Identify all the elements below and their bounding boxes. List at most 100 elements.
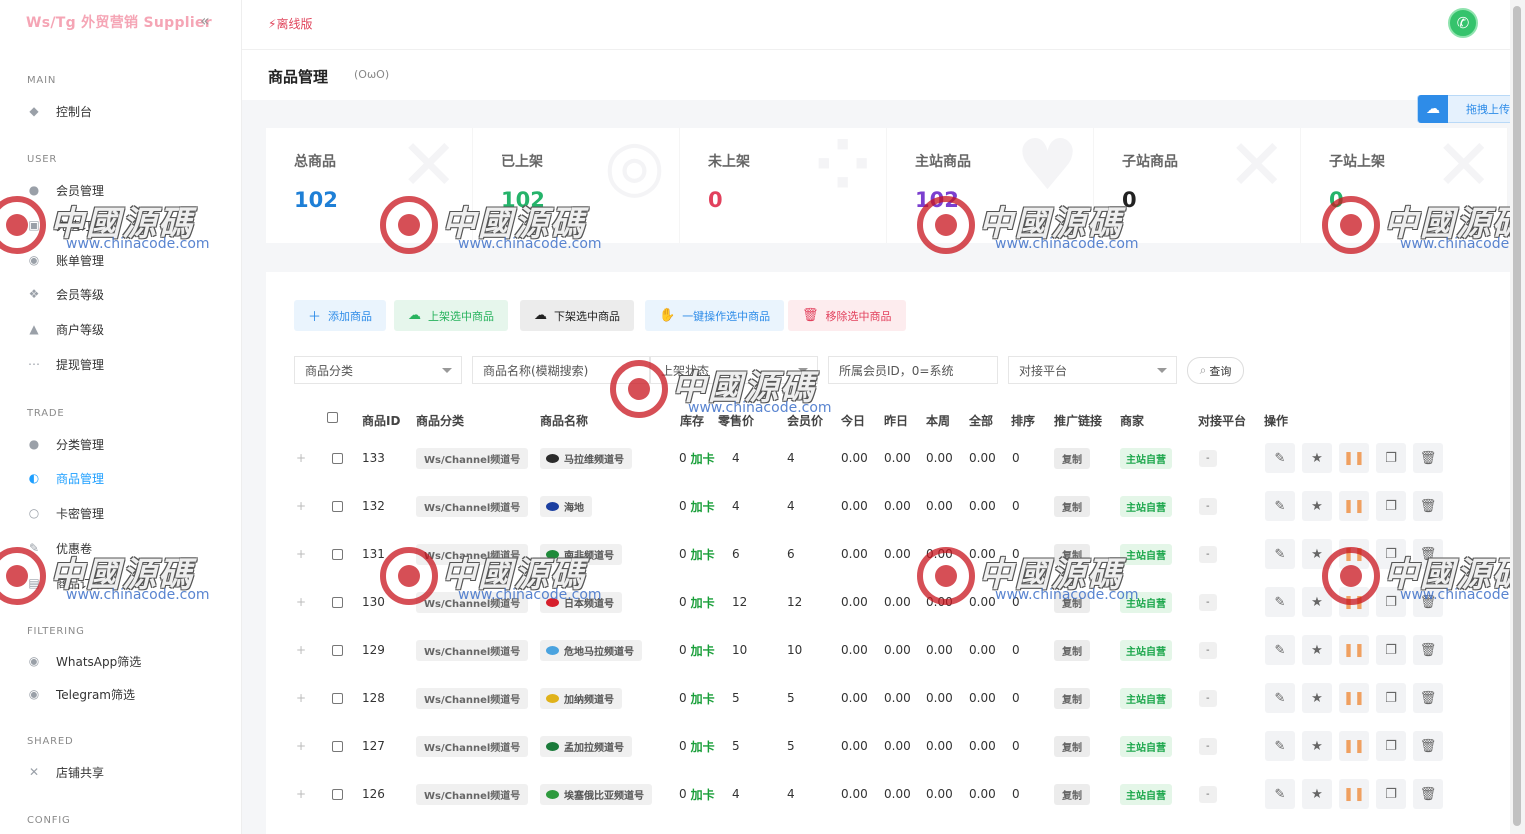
- copy-icon[interactable]: ❐: [1376, 779, 1406, 809]
- column-header-stock[interactable]: 库存: [680, 412, 704, 429]
- pause-icon[interactable]: ❚❚: [1339, 443, 1369, 473]
- add-card-link[interactable]: 加卡: [691, 498, 715, 515]
- copy-icon[interactable]: ❐: [1376, 635, 1406, 665]
- copy-link-button[interactable]: 复制: [1054, 639, 1090, 661]
- edit-icon[interactable]: ✎: [1265, 779, 1295, 809]
- list-off-button[interactable]: ☁ 下架选中商品: [520, 300, 634, 331]
- platform-select[interactable]: 对接平台: [1008, 356, 1177, 384]
- category-select[interactable]: 商品分类: [294, 356, 462, 384]
- column-header-merchant[interactable]: 商家: [1120, 412, 1144, 429]
- add-card-link[interactable]: 加卡: [691, 450, 715, 467]
- cell-sort[interactable]: 0: [1012, 530, 1020, 578]
- member-id-input[interactable]: 所属会员ID，0=系统: [828, 356, 998, 384]
- drag-upload-button[interactable]: ☁ 拖拽上传: [1417, 95, 1525, 123]
- cell-sort[interactable]: 0: [1012, 770, 1020, 818]
- sidebar-item-shop-share[interactable]: ✕ 店铺共享: [26, 761, 104, 783]
- cell-sort[interactable]: 0: [1012, 722, 1020, 770]
- expand-icon[interactable]: +: [296, 691, 306, 705]
- add-card-link[interactable]: 加卡: [691, 546, 715, 563]
- star-icon[interactable]: ★: [1302, 587, 1332, 617]
- expand-icon[interactable]: +: [296, 739, 306, 753]
- trash-icon[interactable]: 🗑: [1413, 683, 1443, 713]
- brand-logo[interactable]: Ws/Tg 外贸营销 Supplier: [26, 12, 212, 32]
- expand-icon[interactable]: +: [296, 787, 306, 801]
- product-name-tag[interactable]: 加纳频道号: [540, 687, 622, 709]
- column-header-category[interactable]: 商品分类: [416, 412, 464, 429]
- expand-icon[interactable]: +: [296, 547, 306, 561]
- expand-icon[interactable]: +: [296, 451, 306, 465]
- pause-icon[interactable]: ❚❚: [1339, 491, 1369, 521]
- column-header-platform[interactable]: 对接平台: [1198, 412, 1246, 429]
- copy-icon[interactable]: ❐: [1376, 683, 1406, 713]
- cell-sort[interactable]: 0: [1012, 578, 1020, 626]
- trash-icon[interactable]: 🗑: [1413, 635, 1443, 665]
- search-button[interactable]: ⌕ 查询: [1187, 357, 1244, 384]
- row-checkbox[interactable]: [332, 644, 343, 656]
- add-product-button[interactable]: ＋ 添加商品: [294, 300, 387, 331]
- sidebar-item-cardkeys[interactable]: ○ 卡密管理: [26, 502, 104, 524]
- select-all-checkbox[interactable]: [327, 412, 338, 426]
- copy-link-button[interactable]: 复制: [1054, 495, 1090, 517]
- edit-icon[interactable]: ✎: [1265, 491, 1295, 521]
- add-card-link[interactable]: 加卡: [691, 642, 715, 659]
- pause-icon[interactable]: ❚❚: [1339, 539, 1369, 569]
- sidebar-item-withdraw[interactable]: ⋯ 提现管理: [26, 353, 104, 375]
- column-header-name[interactable]: 商品名称: [540, 412, 588, 429]
- star-icon[interactable]: ★: [1302, 635, 1332, 665]
- trash-icon[interactable]: 🗑: [1413, 443, 1443, 473]
- copy-icon[interactable]: ❐: [1376, 491, 1406, 521]
- star-icon[interactable]: ★: [1302, 539, 1332, 569]
- add-card-link[interactable]: 加卡: [691, 594, 715, 611]
- column-header-sort[interactable]: 排序: [1011, 412, 1035, 429]
- cell-sort[interactable]: 0: [1012, 626, 1020, 674]
- edit-icon[interactable]: ✎: [1265, 539, 1295, 569]
- sidebar-item-whatsapp[interactable]: ◉ WhatsApp筛选: [26, 650, 141, 672]
- column-header-id[interactable]: 商品ID: [362, 412, 400, 429]
- trash-icon[interactable]: 🗑: [1413, 779, 1443, 809]
- chevrons-left-icon[interactable]: «: [200, 11, 210, 30]
- expand-icon[interactable]: +: [296, 595, 306, 609]
- checkbox[interactable]: [327, 412, 338, 423]
- expand-icon[interactable]: +: [296, 499, 306, 513]
- row-checkbox[interactable]: [332, 740, 343, 752]
- copy-icon[interactable]: ❐: [1376, 539, 1406, 569]
- sidebar-item-dashboard[interactable]: ◆ 控制台: [26, 100, 92, 122]
- column-header-total[interactable]: 全部: [969, 412, 993, 429]
- cell-sort[interactable]: 0: [1012, 434, 1020, 482]
- sidebar-item-category[interactable]: ● 分类管理: [26, 433, 104, 455]
- product-name-tag[interactable]: 埃塞俄比亚频道号: [540, 783, 652, 805]
- edit-icon[interactable]: ✎: [1265, 731, 1295, 761]
- expand-icon[interactable]: +: [296, 643, 306, 657]
- pause-icon[interactable]: ❚❚: [1339, 635, 1369, 665]
- row-checkbox[interactable]: [332, 788, 343, 800]
- star-icon[interactable]: ★: [1302, 491, 1332, 521]
- sidebar-item-merchant-level[interactable]: ▲ 商户等级: [26, 318, 104, 340]
- star-icon[interactable]: ★: [1302, 779, 1332, 809]
- product-name-tag[interactable]: 日本频道号: [540, 591, 622, 613]
- star-icon[interactable]: ★: [1302, 731, 1332, 761]
- column-header-week[interactable]: 本周: [926, 412, 950, 429]
- edit-icon[interactable]: ✎: [1265, 635, 1295, 665]
- edit-icon[interactable]: ✎: [1265, 683, 1295, 713]
- cell-sort[interactable]: 0: [1012, 674, 1020, 722]
- status-select[interactable]: 上架状态: [650, 356, 818, 384]
- sidebar-item-coupons[interactable]: ✎ 优惠卷: [26, 537, 92, 559]
- product-name-tag[interactable]: 海地: [540, 495, 592, 517]
- name-search-input[interactable]: 商品名称(模糊搜索): [472, 356, 650, 384]
- sidebar-item-orders[interactable]: ▤ 商品订单: [26, 572, 104, 594]
- trash-icon[interactable]: 🗑: [1413, 731, 1443, 761]
- copy-link-button[interactable]: 复制: [1054, 447, 1090, 469]
- product-name-tag[interactable]: 孟加拉频道号: [540, 735, 632, 757]
- column-header-promo[interactable]: 推广链接: [1054, 412, 1102, 429]
- edit-icon[interactable]: ✎: [1265, 443, 1295, 473]
- row-checkbox[interactable]: [332, 452, 343, 464]
- remove-button[interactable]: 🗑 移除选中商品: [788, 300, 906, 331]
- copy-icon[interactable]: ❐: [1376, 731, 1406, 761]
- star-icon[interactable]: ★: [1302, 683, 1332, 713]
- column-header-yesterday[interactable]: 昨日: [884, 412, 908, 429]
- trash-icon[interactable]: 🗑: [1413, 491, 1443, 521]
- copy-link-button[interactable]: 复制: [1054, 543, 1090, 565]
- add-card-link[interactable]: 加卡: [691, 786, 715, 803]
- copy-icon[interactable]: ❐: [1376, 587, 1406, 617]
- column-header-retail[interactable]: 零售价: [718, 412, 754, 429]
